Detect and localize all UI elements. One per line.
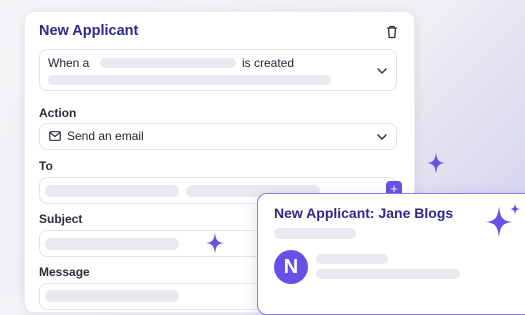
action-value: Send an email [67,129,144,143]
chevron-down-icon [377,68,387,74]
sparkle-icon [486,206,512,238]
sender-detail-placeholder [316,269,460,279]
trigger-entity-placeholder [100,58,236,68]
sparkle-icon [427,152,445,174]
mail-icon [49,131,61,141]
subject-label: Subject [39,212,83,226]
action-select[interactable]: Send an email [39,123,397,150]
email-preview-card: New Applicant: Jane Blogs N [257,193,525,315]
message-placeholder [45,290,179,302]
message-label: Message [39,265,90,279]
sender-name-placeholder [316,254,388,264]
to-label: To [39,159,53,173]
subject-placeholder [45,238,179,250]
recipient-placeholder [45,185,179,197]
sparkle-icon [206,232,224,254]
sparkle-icon [510,203,520,215]
chevron-down-icon [377,134,387,140]
trash-icon[interactable] [386,25,398,39]
trigger-selector[interactable]: When a is created [39,49,397,91]
avatar: N [274,250,308,284]
action-label: Action [39,106,77,120]
trigger-detail-placeholder [48,75,331,85]
trigger-prefix: When a [48,56,90,70]
card-title: New Applicant [39,23,139,39]
email-preview-title: New Applicant: Jane Blogs [274,205,454,221]
email-preview-subtitle-placeholder [274,228,356,239]
trigger-suffix: is created [242,56,295,70]
